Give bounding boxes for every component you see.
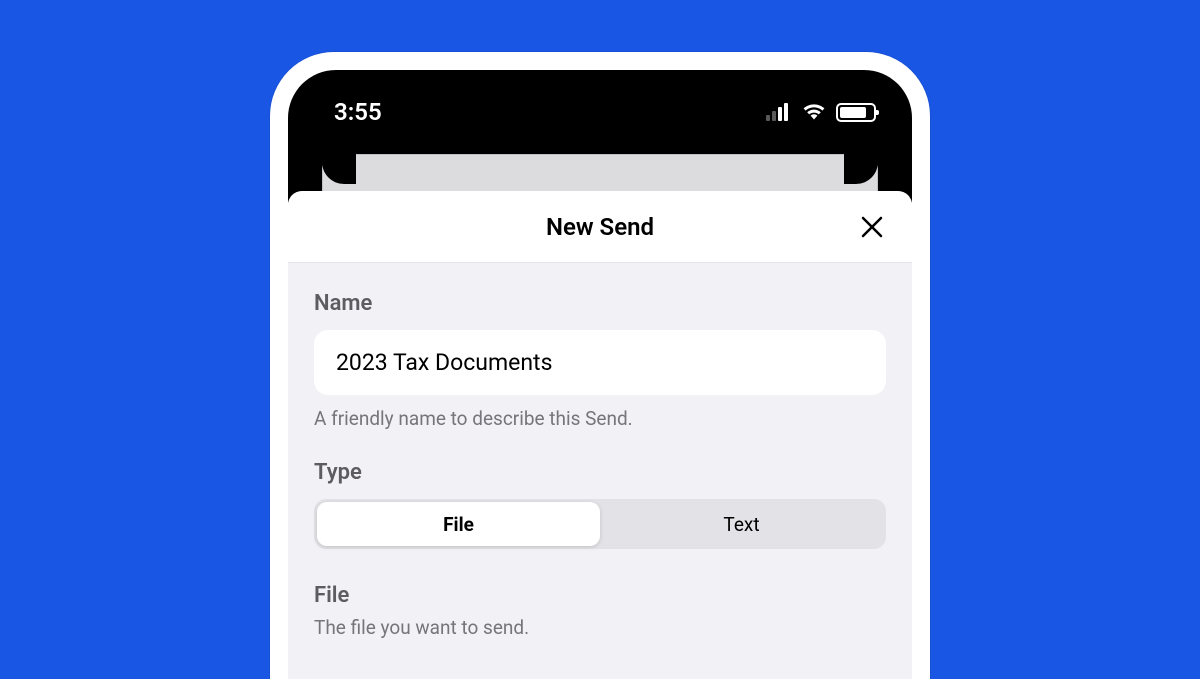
type-option-file[interactable]: File (317, 502, 600, 546)
close-icon (859, 214, 885, 240)
status-time: 3:55 (334, 98, 382, 126)
close-button[interactable] (856, 211, 888, 243)
modal-sheet: New Send Name A friendly name to describ… (288, 191, 912, 679)
background-sheet-peek (288, 154, 912, 192)
status-icons (766, 102, 876, 122)
file-label: File (314, 583, 886, 608)
status-bar: 3:55 (288, 70, 912, 154)
type-segmented-control: File Text (314, 499, 886, 549)
type-label: Type (314, 460, 886, 485)
name-helper-text: A friendly name to describe this Send. (314, 407, 886, 430)
type-option-text[interactable]: Text (600, 502, 883, 546)
name-label: Name (314, 291, 886, 316)
file-section: File The file you want to send. (314, 583, 886, 639)
phone-frame: 3:55 (270, 52, 930, 679)
modal-title: New Send (546, 213, 654, 241)
phone-screen: 3:55 (288, 70, 912, 679)
file-helper-text: The file you want to send. (314, 616, 886, 639)
name-input[interactable] (314, 330, 886, 395)
modal-header: New Send (288, 191, 912, 263)
wifi-icon (801, 102, 827, 122)
battery-icon (836, 103, 876, 122)
cellular-signal-icon (766, 103, 792, 121)
name-section: Name A friendly name to describe this Se… (314, 291, 886, 430)
type-section: Type File Text (314, 460, 886, 549)
modal-body: Name A friendly name to describe this Se… (288, 263, 912, 679)
